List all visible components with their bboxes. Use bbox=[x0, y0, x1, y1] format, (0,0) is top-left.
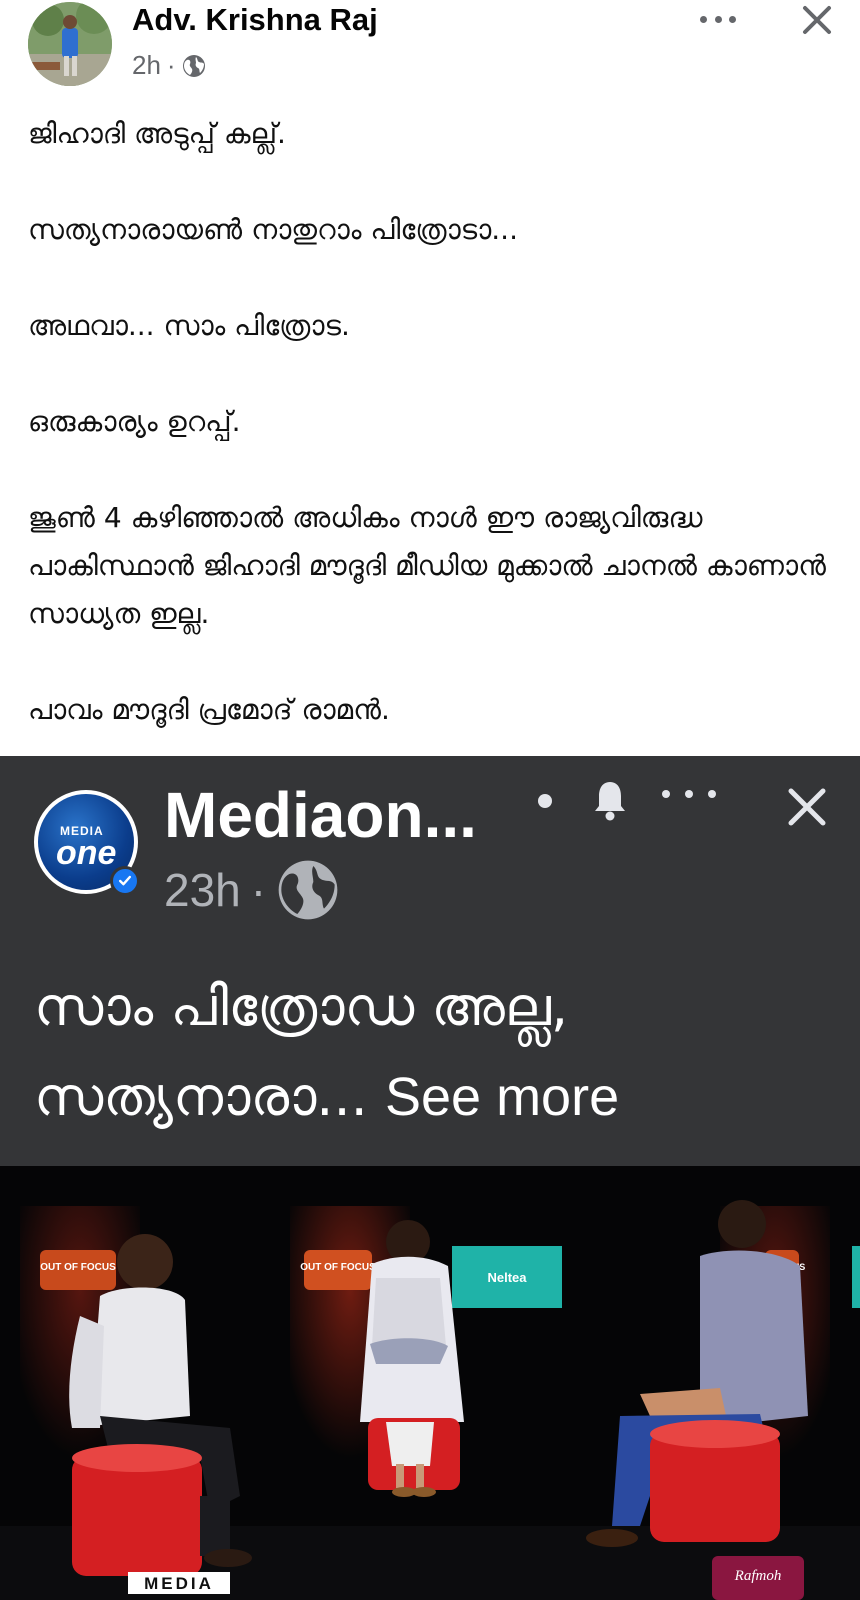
globe-icon bbox=[278, 860, 338, 920]
shared-more-options-button[interactable] bbox=[662, 786, 716, 802]
dot-icon bbox=[708, 790, 716, 798]
post-header: Adv. Krishna Raj 2h · bbox=[0, 0, 860, 100]
post-paragraph: ജൂൺ 4 കഴിഞ്ഞാൽ അധികം നാൾ ഈ രാജ്യവിരുദ്ധ … bbox=[28, 501, 826, 630]
meta-separator: · bbox=[166, 50, 176, 80]
set-sign-center-text: OUT OF FOCUS bbox=[300, 1262, 376, 1273]
shared-post-text: സാം പിത്രോഡ അല്ല, സത്യനാരാ... See more bbox=[34, 962, 834, 1142]
post-paragraph: ജിഹാദി അടുപ്പ് കല്ല്. bbox=[28, 117, 286, 150]
shared-time[interactable]: 23h bbox=[164, 863, 241, 917]
sponsor-text: Rafmoh bbox=[734, 1568, 782, 1584]
post-paragraph: ഒരുകാര്യം ഉറപ്പ്. bbox=[28, 405, 241, 438]
dot-icon bbox=[662, 790, 670, 798]
page-name[interactable]: Mediaon... bbox=[164, 778, 477, 852]
meta-separator: · bbox=[250, 864, 267, 916]
logo-text-one: one bbox=[56, 834, 117, 872]
watermark-media-text: MEDIA bbox=[144, 1574, 214, 1593]
shared-meta: 23h · bbox=[164, 858, 340, 922]
post-paragraph: പാവം മൗദൂദി പ്രമോദ് രാമൻ. bbox=[28, 693, 390, 726]
globe-icon bbox=[182, 54, 205, 77]
dot-icon bbox=[685, 790, 693, 798]
video-thumbnail[interactable]: OUT OF FOCUS OUT OF FOCUS OF FOCUS Nelte… bbox=[0, 1166, 860, 1600]
dot-icon bbox=[700, 15, 707, 23]
dot-icon bbox=[729, 15, 736, 23]
page-avatar[interactable]: MEDIA one bbox=[34, 790, 140, 896]
post-meta: 2h · bbox=[132, 50, 206, 81]
bell-icon[interactable] bbox=[590, 776, 630, 824]
close-icon[interactable] bbox=[797, 0, 837, 40]
author-avatar[interactable] bbox=[28, 2, 112, 86]
name-separator-dot bbox=[538, 794, 552, 808]
verified-badge-icon bbox=[110, 866, 140, 896]
studio-screen-text: Neltea bbox=[487, 1270, 527, 1285]
shared-post: MEDIA one Mediaon... 23h · സാം പിത്രോഡ അ… bbox=[0, 756, 860, 1166]
dot-icon bbox=[714, 15, 722, 23]
set-sign-left-text: OUT OF FOCUS bbox=[40, 1262, 116, 1273]
post-time[interactable]: 2h bbox=[132, 50, 161, 81]
see-more-link[interactable]: See more bbox=[385, 1067, 619, 1127]
post-paragraph: അഥവാ... സാം പിത്രോട. bbox=[28, 309, 350, 342]
more-options-button[interactable] bbox=[692, 4, 744, 34]
author-name[interactable]: Adv. Krishna Raj bbox=[132, 2, 378, 38]
close-icon[interactable] bbox=[784, 784, 830, 830]
post-body: ജിഹാദി അടുപ്പ് കല്ല്. സത്യനാരായൺ നാതുറാം… bbox=[28, 110, 848, 782]
post-paragraph: സത്യനാരായൺ നാതുറാം പിത്രോടാ... bbox=[28, 213, 518, 246]
